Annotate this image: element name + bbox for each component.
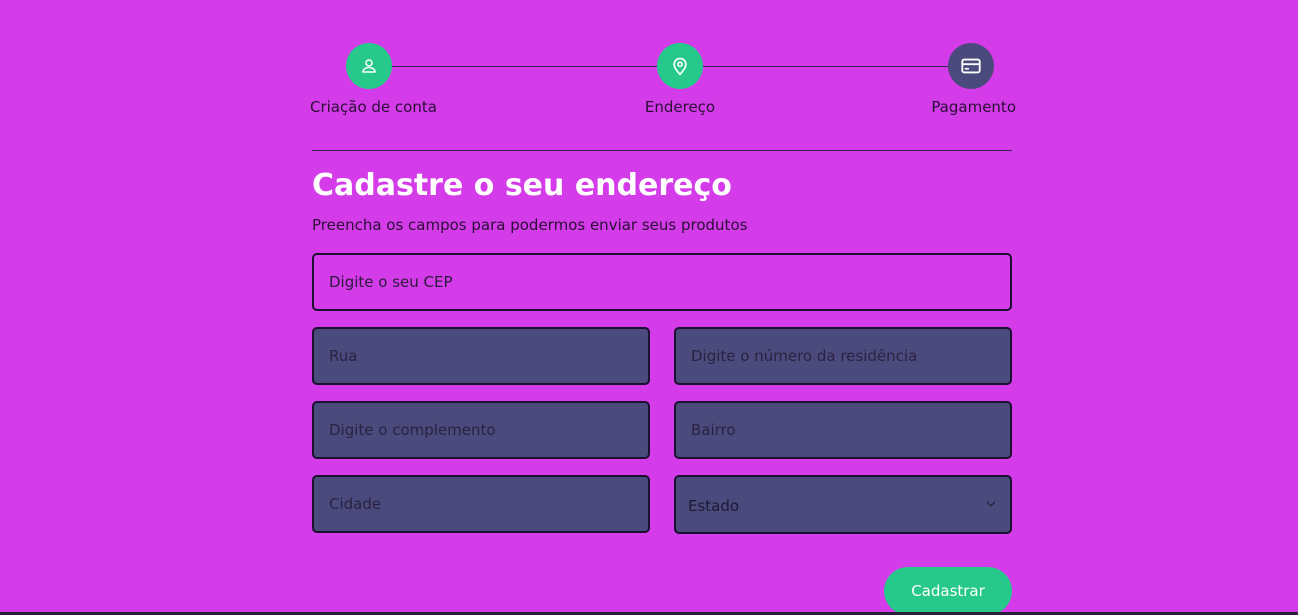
state-select[interactable]: Estado bbox=[674, 475, 1012, 534]
address-form-container: Criação de conta Endereço Pagamento Cada… bbox=[310, 0, 1016, 615]
neighborhood-input[interactable] bbox=[674, 401, 1012, 459]
step-payment: Pagamento bbox=[926, 43, 1016, 116]
step-address: Endereço bbox=[634, 43, 726, 116]
house-number-input[interactable] bbox=[674, 327, 1012, 385]
progress-stepper: Criação de conta Endereço Pagamento bbox=[310, 0, 1016, 120]
state-select-value: Estado bbox=[688, 497, 740, 515]
chevron-down-icon bbox=[986, 501, 996, 507]
street-input[interactable] bbox=[312, 327, 650, 385]
page: Criação de conta Endereço Pagamento Cada… bbox=[0, 0, 1298, 615]
cep-input[interactable] bbox=[312, 253, 1012, 311]
step-account-creation: Criação de conta bbox=[310, 43, 437, 116]
step-label: Criação de conta bbox=[310, 98, 437, 116]
section-divider bbox=[312, 150, 1012, 151]
step-payment-circle bbox=[948, 43, 994, 89]
step-account-circle bbox=[346, 43, 392, 89]
user-icon bbox=[362, 59, 376, 73]
submit-button[interactable]: Cadastrar bbox=[884, 567, 1012, 615]
credit-card-icon bbox=[961, 58, 981, 74]
city-input[interactable] bbox=[312, 475, 650, 533]
map-pin-icon bbox=[673, 57, 687, 76]
step-label: Pagamento bbox=[931, 98, 1016, 116]
step-label: Endereço bbox=[644, 98, 716, 116]
step-address-circle bbox=[657, 43, 703, 89]
page-subtitle: Preencha os campos para podermos enviar … bbox=[312, 216, 748, 234]
complement-input[interactable] bbox=[312, 401, 650, 459]
page-title: Cadastre o seu endereço bbox=[312, 168, 732, 203]
